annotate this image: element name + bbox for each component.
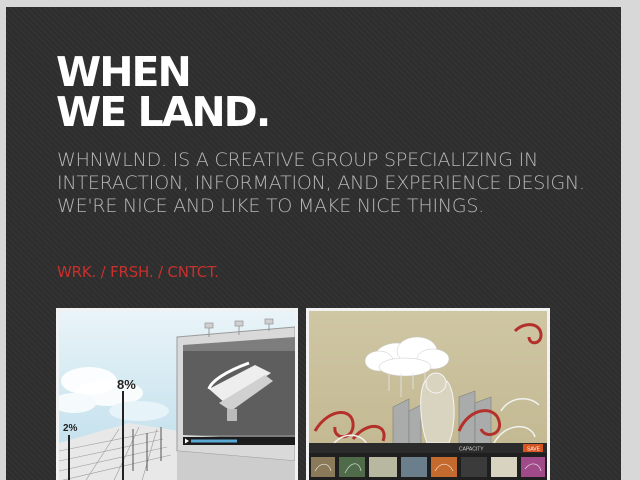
billboard-illustration: 8% 2% xyxy=(59,311,295,480)
page-frame: WHEN WE LAND. WHNWLND. IS A CREATIVE GRO… xyxy=(6,7,621,480)
player-label: CAPACITY xyxy=(459,447,484,453)
nav-link-work[interactable]: WRK. xyxy=(57,263,96,281)
nav-separator: / xyxy=(100,263,111,281)
portfolio-thumbnail-billboard[interactable]: 8% 2% xyxy=(56,308,298,480)
nav-separator: / xyxy=(158,263,168,281)
nav-link-contact[interactable]: CNTCT. xyxy=(167,263,219,281)
portfolio-thumbnail-illustration[interactable]: CAPACITY SAVE xyxy=(306,308,550,480)
stat-small-label: 2% xyxy=(63,423,78,434)
save-button-label: SAVE xyxy=(527,447,541,453)
logo-line-2: WE LAND. xyxy=(56,88,271,136)
nav-link-fresh[interactable]: FRSH. xyxy=(110,263,154,281)
site-logo[interactable]: WHEN WE LAND. xyxy=(56,48,271,136)
illustration-artwork: CAPACITY SAVE xyxy=(309,311,547,480)
logo-line-1: WHEN xyxy=(56,48,192,96)
main-nav: WRK. / FRSH. / CNTCT. xyxy=(57,263,219,281)
stat-large-label: 8% xyxy=(117,377,136,392)
tagline: WHNWLND. IS A CREATIVE GROUP SPECIALIZIN… xyxy=(57,149,585,217)
